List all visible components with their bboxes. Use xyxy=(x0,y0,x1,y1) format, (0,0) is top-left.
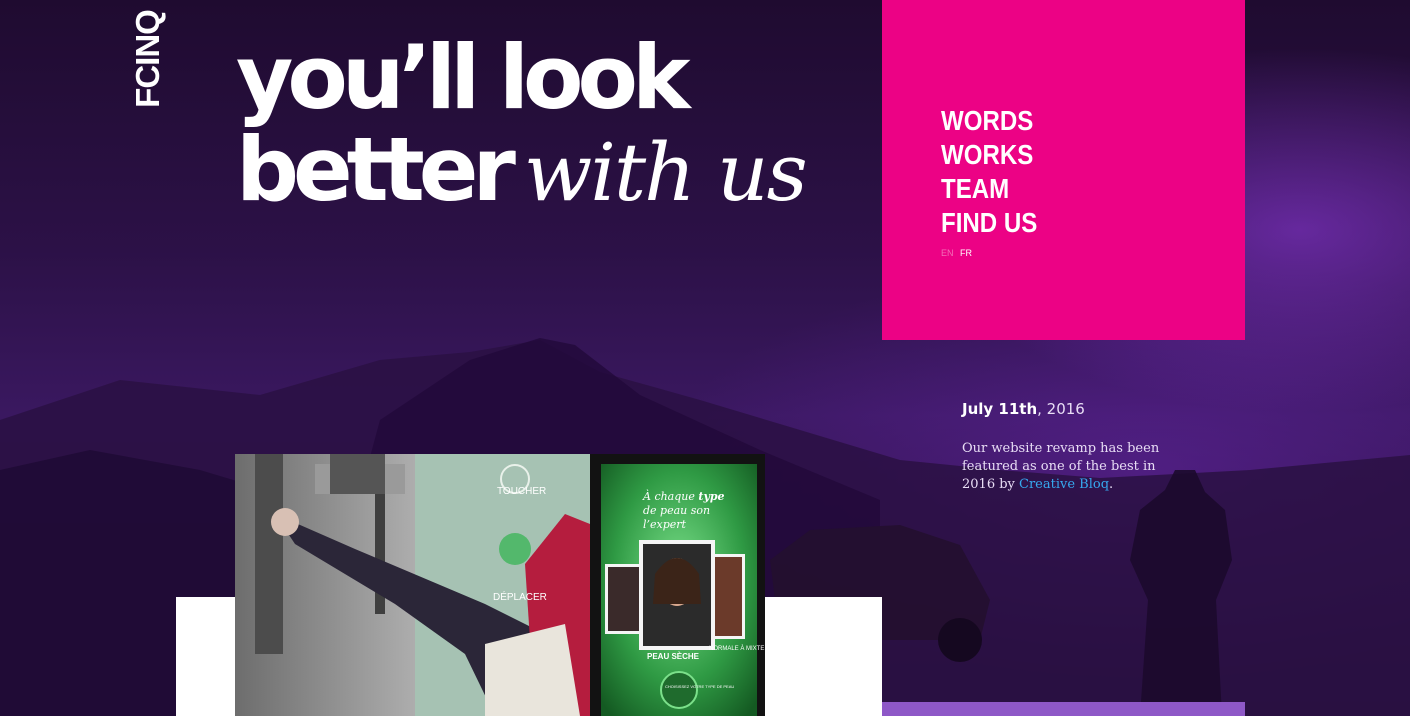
nav-item-works[interactable]: WORKS xyxy=(941,138,1037,172)
featured-work-image[interactable]: TOUCHER DÉPLACER À chaque type de peau s… xyxy=(235,454,765,716)
brand-logo[interactable]: FCINQ xyxy=(128,10,168,108)
nav-item-team[interactable]: TEAM xyxy=(941,172,1037,206)
screen-title-bold: type xyxy=(698,490,724,503)
screen-title-a: À chaque xyxy=(642,489,695,503)
headline-script-text: with us xyxy=(523,126,808,219)
screen-title-b: de peau son xyxy=(643,504,710,517)
lang-fr-link[interactable]: FR xyxy=(960,248,972,258)
news-date: July 11th, 2016 xyxy=(962,400,1172,418)
kiosk-photo: TOUCHER DÉPLACER À chaque type de peau s… xyxy=(235,454,765,716)
news-date-day: July 11th xyxy=(962,400,1038,418)
nav-item-words[interactable]: WORDS xyxy=(941,104,1037,138)
news-item: July 11th, 2016 Our website revamp has b… xyxy=(962,400,1172,494)
logo-text: FCINQ xyxy=(129,10,166,108)
hero-headline: you’ll look better with us xyxy=(236,26,808,219)
main-menu-panel: WORDS WORKS TEAM FIND US EN FR xyxy=(882,0,1245,340)
lang-en-link[interactable]: EN xyxy=(941,248,954,258)
svg-text:À chaque type: À chaque type xyxy=(642,489,725,503)
kiosk-sign-touch: TOUCHER xyxy=(497,486,546,497)
nav-list: WORDS WORKS TEAM FIND US xyxy=(941,104,1053,240)
screen-choose-button: CHOISISSEZ VOTRE TYPE DE PEAU xyxy=(665,684,734,689)
screen-title-c: l’expert xyxy=(643,518,687,531)
language-switcher: EN FR xyxy=(941,248,972,258)
bottom-accent-strip xyxy=(882,702,1245,716)
nav-item-find-us[interactable]: FIND US xyxy=(941,206,1037,240)
news-body: Our website revamp has been featured as … xyxy=(962,440,1172,494)
kiosk-sign-move: DÉPLACER xyxy=(493,590,547,603)
headline-line-1: you’ll look xyxy=(236,26,690,129)
news-date-year: , 2016 xyxy=(1037,400,1085,418)
creative-bloq-link[interactable]: Creative Bloq xyxy=(1019,477,1109,492)
headline-line-2: better with us xyxy=(236,124,808,219)
screen-side-caption: NORMALE À MIXTE xyxy=(709,645,764,652)
screen-caption: PEAU SÈCHE xyxy=(647,652,700,661)
news-text-end: . xyxy=(1109,477,1114,492)
headline-bold-word: better xyxy=(236,118,516,221)
